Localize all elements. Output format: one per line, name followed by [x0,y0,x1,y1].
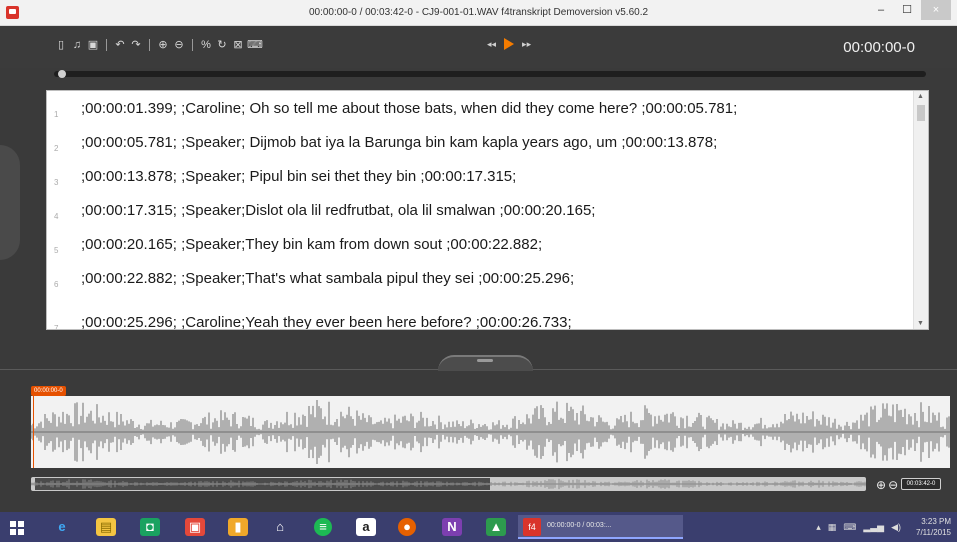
fast-forward-icon[interactable]: ▸▸ [522,39,531,50]
line-number: 1 [54,110,59,119]
clock-time: 3:23 PM [921,517,951,526]
zoom-in-icon[interactable]: ⊕ [876,478,886,492]
amazon-icon[interactable]: a [356,518,376,536]
line-number: 2 [54,144,59,153]
transcript-row[interactable]: 2 ;00:00:05.781; ;Speaker; Dijmob bat iy… [47,125,907,159]
signal-icon[interactable]: ▂▃▅ [863,522,884,533]
line-number: 5 [54,246,59,255]
file-explorer-icon[interactable]: ▤ [96,518,116,536]
line-number: 7 [54,324,59,330]
toolbar-divider [149,39,150,51]
firefox-icon[interactable]: ● [398,518,416,536]
onenote-icon[interactable]: N [442,518,462,536]
taskbar: e ▤ ◘ ▣ ▮ ⌂ ≡ a ● N ▲ f4 00:00:00-0 / 00… [0,512,957,542]
f4-app-icon: f4 [523,518,541,536]
active-task-f4transkript[interactable]: f4 00:00:00-0 / 00:03:... [518,515,683,539]
keyboard-icon[interactable]: ⌨ [843,522,856,533]
side-panel-tab[interactable] [0,145,20,260]
spotify-icon[interactable]: ≡ [314,518,332,536]
keyboard-icon[interactable]: ⌨ [247,38,263,52]
line-number: 3 [54,178,59,187]
rewind-icon[interactable]: ◂◂ [487,39,496,50]
home-icon[interactable]: ⌂ [270,518,290,536]
transcript-row[interactable]: 3 ;00:00:13.878; ;Speaker; Pipul bin sei… [47,159,907,193]
scrollbar-thumb[interactable] [917,105,925,121]
transport-controls: ◂◂ ▸▸ [487,38,531,50]
line-number: 4 [54,212,59,221]
minimize-button[interactable]: – [869,0,893,20]
time-display: 00:00:00-0 [843,39,915,56]
redo-icon[interactable]: ↷ [129,38,143,52]
zoom-out-icon[interactable]: ⊖ [888,478,898,492]
window-icon[interactable]: ⊠ [231,38,245,52]
transcript-line[interactable]: ;00:00:13.878; ;Speaker; Pipul bin sei t… [81,168,516,185]
title-bar: 00:00:00-0 / 00:03:42-0 - CJ9-001-01.WAV… [0,0,957,26]
doc-icon[interactable]: ▯ [54,38,68,52]
windows-start-icon[interactable] [10,521,24,535]
window-title: 00:00:00-0 / 00:03:42-0 - CJ9-001-01.WAV… [308,7,649,18]
maximize-button[interactable]: ☐ [895,0,919,20]
taskbar-clock[interactable]: 3:23 PM 7/11/2015 [916,516,951,538]
transcript-row[interactable]: 4 ;00:00:17.315; ;Speaker;Dislot ola lil… [47,193,907,227]
photos-icon[interactable]: ▣ [185,518,205,536]
transcript-line[interactable]: ;00:00:25.296; ;Caroline;Yeah they ever … [81,314,572,330]
waveform-zoom-controls: ⊕ ⊖ [876,478,898,492]
zoom-out-icon[interactable]: ⊖ [172,38,186,52]
gallery-icon[interactable]: ▲ [486,518,506,536]
zoom-in-icon[interactable]: ⊕ [156,38,170,52]
active-task-label: 00:00:00-0 / 00:03:... [547,522,612,529]
system-tray: ▴ ▦ ⌨ ▂▃▅ ◀) [816,522,901,533]
undo-icon[interactable]: ↶ [113,38,127,52]
transcript-line[interactable]: ;00:00:22.882; ;Speaker;That's what samb… [81,270,574,287]
transcript-line[interactable]: ;00:00:01.399; ;Caroline; Oh so tell me … [81,100,737,117]
transcript-row[interactable]: 6 ;00:00:22.882; ;Speaker;That's what sa… [47,261,907,295]
cursor-time-label: 00:00:00-0 [31,386,66,396]
transcript-editor[interactable]: 1 ;00:00:01.399; ;Caroline; Oh so tell m… [46,90,929,330]
waveform-cursor[interactable] [33,396,34,468]
ie-icon[interactable]: e [52,518,72,536]
clock-date: 7/11/2015 [916,528,951,537]
link-icon[interactable]: % [199,38,213,52]
playback-progress-track[interactable] [54,71,926,77]
refresh-icon[interactable]: ↻ [215,38,229,52]
save-icon[interactable]: ▣ [86,38,100,52]
duration-label: 00:03:42-0 [901,478,941,490]
transcript-row[interactable]: 7 ;00:00:25.296; ;Caroline;Yeah they eve… [47,305,907,330]
toolbar-divider [106,39,107,51]
play-icon[interactable] [504,38,515,50]
transcript-line[interactable]: ;00:00:17.315; ;Speaker;Dislot ola lil r… [81,202,595,219]
close-button[interactable]: × [921,0,951,20]
transcript-row[interactable]: 5 ;00:00:20.165; ;Speaker;They bin kam f… [47,227,907,261]
playback-position-handle[interactable] [58,70,66,78]
network-icon[interactable]: ▦ [828,522,837,533]
chevron-up-icon[interactable]: ▴ [816,522,821,533]
line-number: 6 [54,280,59,289]
transcript-row[interactable]: 1 ;00:00:01.399; ;Caroline; Oh so tell m… [47,91,907,125]
store-icon[interactable]: ◘ [140,518,160,536]
overview-waveform-graphic [31,478,866,490]
splitter-handle[interactable] [438,355,533,371]
grip-icon[interactable] [477,359,493,362]
toolbar-icons: ▯ ♫ ▣ ↶ ↷ ⊕ ⊖ % ↻ ⊠ ⌨ [54,38,263,52]
music-icon[interactable]: ♫ [70,38,84,52]
scroll-down-icon[interactable]: ▼ [917,320,924,327]
toolbar: ▯ ♫ ▣ ↶ ↷ ⊕ ⊖ % ↻ ⊠ ⌨ ◂◂ ▸▸ 00:00:00-0 [0,26,957,68]
waveform-graphic [31,400,950,464]
transcript-line[interactable]: ;00:00:05.781; ;Speaker; Dijmob bat iya … [81,134,717,151]
notes-icon[interactable]: ▮ [228,518,248,536]
transcript-line[interactable]: ;00:00:20.165; ;Speaker;They bin kam fro… [81,236,542,253]
volume-icon[interactable]: ◀) [891,522,901,533]
scroll-up-icon[interactable]: ▲ [917,93,924,100]
vertical-scrollbar[interactable]: ▲ ▼ [913,91,928,329]
toolbar-divider [192,39,193,51]
